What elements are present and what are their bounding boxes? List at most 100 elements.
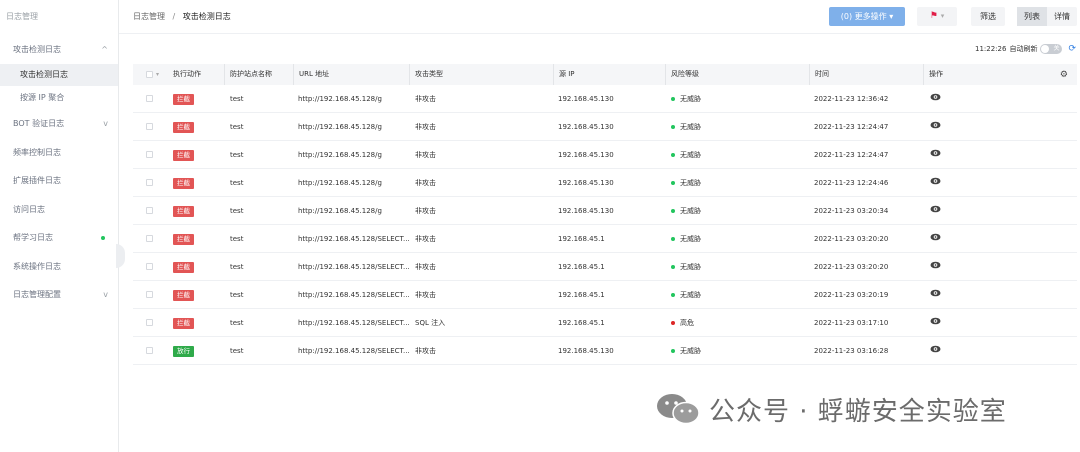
sidebar-item-learning-log[interactable]: 帮学习日志 — [0, 227, 118, 249]
action-badge: 拦截 — [173, 261, 194, 273]
eye-icon[interactable] — [930, 197, 941, 225]
row-checkbox[interactable] — [146, 235, 153, 242]
select-all-checkbox[interactable] — [146, 71, 153, 78]
row-checkbox[interactable] — [146, 123, 153, 130]
row-checkbox[interactable] — [146, 151, 153, 158]
sidebar-item-log-config[interactable]: 日志管理配置 v — [0, 284, 118, 306]
table-row[interactable]: 拦截 test http://192.168.45.128/SELECT... 非攻击… — [133, 225, 1077, 253]
sidebar-item-plugin-log[interactable]: 扩展插件日志 — [0, 170, 118, 192]
table-row[interactable]: 拦截 test http://192.168.45.128/SELECT... 非攻击… — [133, 253, 1077, 281]
column-header-source-ip[interactable]: 源 IP — [553, 64, 575, 85]
sidebar: 日志管理 攻击检测日志 ^ 攻击检测日志 按源 IP 聚合 BOT 验证日志 v… — [0, 0, 119, 452]
row-checkbox[interactable] — [146, 179, 153, 186]
cell-operation — [930, 197, 941, 225]
cell-attack-type: 非攻击 — [415, 95, 436, 103]
cell-url: http://192.168.45.128/SELECT... — [298, 347, 410, 355]
sidebar-item-attack-log[interactable]: 攻击检测日志 — [0, 64, 118, 86]
column-header-action[interactable]: 执行动作 — [168, 64, 201, 85]
cell-time: 2022-11-23 03:20:20 — [814, 235, 889, 243]
sidebar-item-system-log[interactable]: 系统操作日志 — [0, 256, 118, 278]
table-row[interactable]: 放行 test http://192.168.45.128/SELECT... 非攻击… — [133, 337, 1077, 365]
cell-action: 拦截 — [173, 197, 194, 225]
sidebar-item-label: 系统操作日志 — [13, 262, 61, 271]
cell-time: 2022-11-23 12:36:42 — [814, 95, 889, 103]
sidebar-item-access-log[interactable]: 访问日志 — [0, 199, 118, 221]
cell-action: 拦截 — [173, 169, 194, 197]
cell-time: 2022-11-23 03:20:19 — [814, 291, 889, 299]
risk-dot — [671, 237, 675, 241]
column-header-operation: 操作 — [923, 64, 943, 85]
cell-action: 拦截 — [173, 253, 194, 281]
sidebar-item-label: 按源 IP 聚合 — [20, 93, 65, 102]
risk-dot — [671, 349, 675, 353]
row-checkbox[interactable] — [146, 263, 153, 270]
more-actions-button[interactable]: (0) 更多操作 ▾ — [829, 7, 905, 26]
breadcrumb-separator: / — [172, 12, 176, 21]
cell-url: http://192.168.45.128/SELECT... — [298, 263, 410, 271]
cell-site: test — [230, 123, 244, 131]
eye-icon[interactable] — [930, 253, 941, 281]
sidebar-item-rate-limit-log[interactable]: 频率控制日志 — [0, 142, 118, 164]
action-badge: 拦截 — [173, 317, 194, 329]
sidebar-item-bot-log[interactable]: BOT 验证日志 v — [0, 113, 118, 135]
cell-action: 放行 — [173, 337, 194, 365]
eye-icon[interactable] — [930, 85, 941, 113]
cell-attack-type: 非攻击 — [415, 151, 436, 159]
eye-icon[interactable] — [930, 141, 941, 169]
action-badge: 拦截 — [173, 93, 194, 105]
sidebar-collapse-handle[interactable] — [116, 244, 125, 268]
cell-operation — [930, 253, 941, 281]
flag-dropdown-button[interactable]: ⚑ ▾ — [917, 7, 957, 26]
breadcrumb-root[interactable]: 日志管理 — [133, 12, 165, 21]
row-checkbox[interactable] — [146, 207, 153, 214]
table-row[interactable]: 拦截 test http://192.168.45.128/SELECT... 非攻击… — [133, 281, 1077, 309]
auto-refresh-switch[interactable]: 关 — [1040, 44, 1063, 54]
sidebar-item-attack-log-group[interactable]: 攻击检测日志 ^ — [0, 39, 118, 61]
cell-attack-type: 非攻击 — [415, 235, 436, 243]
cell-action: 拦截 — [173, 281, 194, 309]
column-header-risk[interactable]: 风险等级 — [665, 64, 699, 85]
table-row[interactable]: 拦截 test http://192.168.45.128/g 非攻击 192.168.… — [133, 141, 1077, 169]
eye-icon[interactable] — [930, 225, 941, 253]
table-row[interactable]: 拦截 test http://192.168.45.128/g 非攻击 192.168.… — [133, 197, 1077, 225]
table-row[interactable]: 拦截 test http://192.168.45.128/g 非攻击 192.168.… — [133, 169, 1077, 197]
row-checkbox[interactable] — [146, 347, 153, 354]
table-row[interactable]: 拦截 test http://192.168.45.128/g 非攻击 192.168.… — [133, 85, 1077, 113]
cell-time: 2022-11-23 12:24:47 — [814, 151, 889, 159]
gear-icon[interactable]: ⚙ — [1060, 70, 1068, 80]
column-header-attack-type[interactable]: 攻击类型 — [409, 64, 443, 85]
column-header-time[interactable]: 时间 — [809, 64, 829, 85]
cell-attack-type: 非攻击 — [415, 207, 436, 215]
table-row[interactable]: 拦截 test http://192.168.45.128/SELECT... SQL… — [133, 309, 1077, 337]
cell-attack-type: 非攻击 — [415, 179, 436, 187]
eye-icon[interactable] — [930, 113, 941, 141]
breadcrumb-current: 攻击检测日志 — [182, 12, 231, 21]
filter-button[interactable]: 筛选 — [971, 7, 1005, 26]
row-checkbox[interactable] — [146, 95, 153, 102]
eye-icon[interactable] — [930, 169, 941, 197]
table-row[interactable]: 拦截 test http://192.168.45.128/g 非攻击 192.168.… — [133, 113, 1077, 141]
column-header-url[interactable]: URL 地址 — [293, 64, 329, 85]
cell-time: 2022-11-23 03:16:28 — [814, 347, 889, 355]
action-badge: 放行 — [173, 345, 194, 357]
row-checkbox[interactable] — [146, 319, 153, 326]
cell-operation — [930, 169, 941, 197]
caret-down-icon[interactable]: ▾ — [156, 64, 159, 85]
view-list-button[interactable]: 列表 — [1017, 7, 1047, 26]
sidebar-item-by-source-ip[interactable]: 按源 IP 聚合 — [0, 87, 118, 109]
cell-time: 2022-11-23 12:24:47 — [814, 123, 889, 131]
eye-icon[interactable] — [930, 309, 941, 337]
risk-label: 无威胁 — [680, 151, 701, 159]
row-checkbox[interactable] — [146, 291, 153, 298]
cell-site: test — [230, 319, 244, 327]
view-detail-button[interactable]: 详情 — [1047, 7, 1077, 26]
refresh-icon[interactable]: ⟳ — [1068, 44, 1076, 54]
column-header-site[interactable]: 防护站点名称 — [224, 64, 272, 85]
cell-site: test — [230, 263, 244, 271]
eye-icon[interactable] — [930, 337, 941, 365]
eye-icon[interactable] — [930, 281, 941, 309]
action-badge: 拦截 — [173, 121, 194, 133]
cell-risk: 无威胁 — [671, 281, 701, 309]
view-toggle: 列表 详情 — [1017, 7, 1077, 26]
risk-dot — [671, 153, 675, 157]
